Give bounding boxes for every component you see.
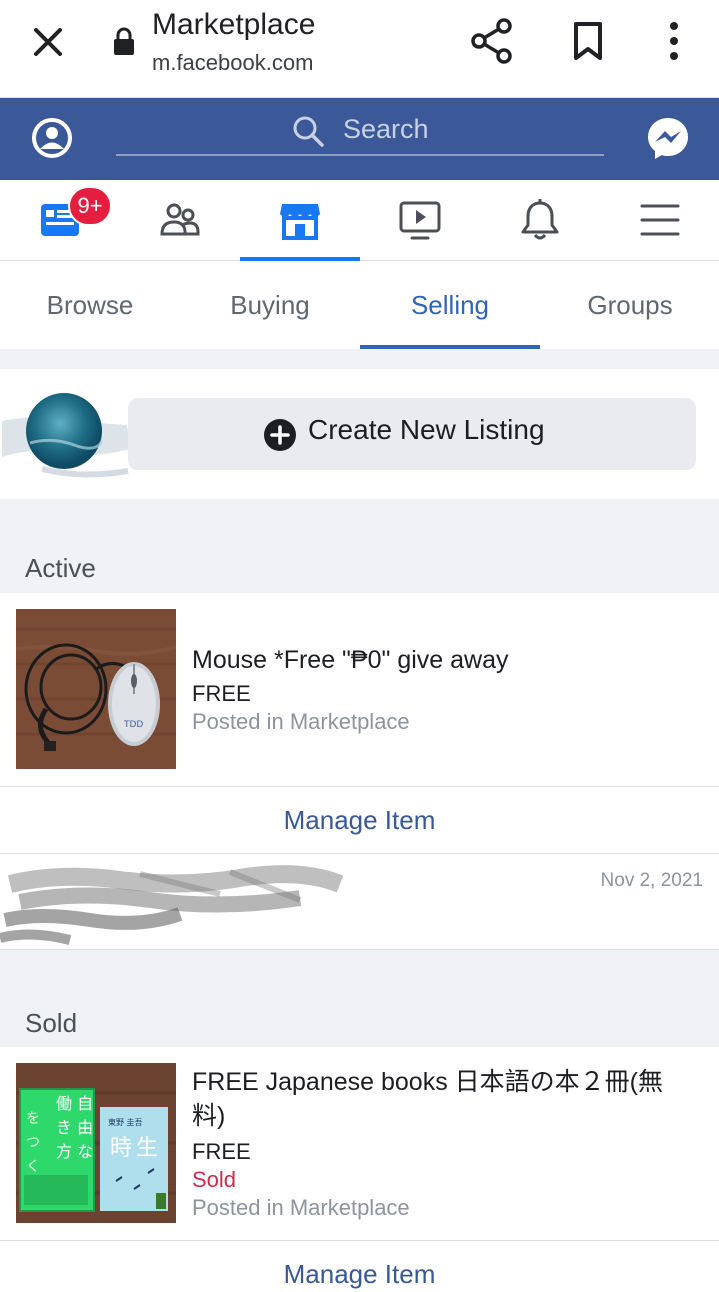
section-title-sold: Sold: [25, 1008, 78, 1038]
friends-icon: [160, 203, 200, 236]
notification-badge: 9+: [68, 186, 112, 226]
menu-icon: [640, 204, 680, 236]
create-listing-section: Create New Listing: [0, 369, 719, 499]
nav-notifications[interactable]: [480, 180, 600, 261]
main-navigation: 9+: [0, 180, 719, 261]
page-url[interactable]: m.facebook.com: [152, 50, 313, 76]
svg-text:働 自: 働 自: [56, 1094, 93, 1113]
bookmark-icon[interactable]: [570, 20, 606, 62]
marketplace-icon: [280, 204, 320, 240]
plus-icon: [264, 419, 296, 451]
svg-text:方 な: 方 な: [56, 1142, 93, 1161]
section-title-active: Active: [25, 553, 96, 583]
tab-groups[interactable]: Groups: [540, 261, 719, 349]
svg-text:時: 時: [110, 1136, 132, 1161]
manage-item-button[interactable]: Manage Item: [0, 1240, 719, 1292]
lock-icon: [114, 27, 134, 55]
svg-text:TDD: TDD: [123, 720, 143, 730]
nav-news-feed[interactable]: 9+: [0, 180, 120, 261]
active-section-header: Active: [0, 499, 719, 593]
facebook-header: Search: [0, 98, 719, 180]
svg-text:き 由: き 由: [56, 1118, 93, 1137]
listing-price: FREE: [192, 681, 251, 706]
nav-watch[interactable]: [360, 180, 480, 261]
profile-icon[interactable]: [30, 116, 74, 160]
page-title: Marketplace: [152, 8, 316, 41]
listing-title: FREE Japanese books 日本語の本２冊(無料): [192, 1068, 663, 1130]
close-icon[interactable]: [28, 22, 68, 62]
tab-browse[interactable]: Browse: [0, 261, 180, 349]
listing-photo-mouse: TDD: [16, 609, 176, 769]
manage-item-button[interactable]: Manage Item: [0, 786, 719, 854]
tab-buying[interactable]: Buying: [180, 261, 360, 349]
tab-selling[interactable]: Selling: [360, 261, 540, 349]
marketplace-tabs: Browse Buying Selling Groups: [0, 261, 719, 349]
create-new-listing-button[interactable]: Create New Listing: [128, 398, 696, 470]
nav-friends[interactable]: [120, 180, 240, 261]
nav-marketplace[interactable]: [240, 180, 360, 261]
svg-text:く: く: [26, 1159, 40, 1175]
create-listing-label: Create New Listing: [308, 414, 545, 445]
bell-icon: [521, 199, 559, 240]
listing-posted-in: Posted in Marketplace: [192, 709, 410, 734]
listing-title: Mouse *Free "₱0" give away: [192, 646, 509, 674]
watch-icon: [399, 201, 441, 240]
svg-text:東野 圭吾: 東野 圭吾: [108, 1117, 143, 1127]
sold-status: Sold: [192, 1167, 237, 1192]
sold-section-header: Sold: [0, 950, 719, 1047]
nav-menu[interactable]: [600, 180, 719, 261]
listing-price: FREE: [192, 1139, 251, 1164]
listing-posted-in: Posted in Marketplace: [192, 1195, 410, 1220]
redacted-scribble: [0, 865, 344, 945]
search-box[interactable]: Search: [116, 110, 604, 156]
more-options-icon[interactable]: [662, 20, 686, 62]
listing-item-mouse[interactable]: TDD Mouse *Free "₱0" give away FREE Post…: [0, 593, 719, 786]
search-icon: [293, 116, 324, 147]
svg-text:生: 生: [136, 1136, 158, 1161]
redacted-activity-row: Nov 2, 2021: [0, 854, 719, 950]
listing-photo-books: 働 自 き 由 方 な を つ く 東野 圭吾 時 生: [16, 1063, 176, 1223]
svg-text:を: を: [26, 1111, 40, 1127]
listing-item-books[interactable]: 働 自 き 由 方 な を つ く 東野 圭吾 時 生 FREE Japanes…: [0, 1047, 719, 1240]
divider: [0, 349, 719, 369]
search-placeholder: Search: [343, 114, 429, 144]
svg-text:つ: つ: [26, 1135, 40, 1151]
browser-toolbar: Marketplace m.facebook.com: [0, 0, 719, 98]
activity-date: Nov 2, 2021: [600, 870, 703, 891]
avatar[interactable]: [2, 391, 132, 487]
messenger-icon[interactable]: [646, 116, 690, 160]
share-icon[interactable]: [470, 18, 514, 64]
